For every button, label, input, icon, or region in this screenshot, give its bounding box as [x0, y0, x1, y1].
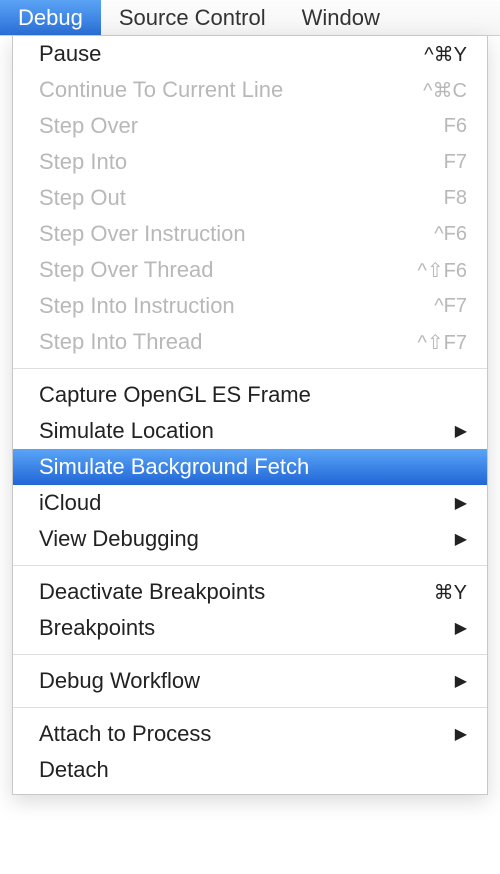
menu-label: Deactivate Breakpoints	[39, 579, 265, 605]
chevron-right-icon: ▶	[455, 724, 467, 744]
menu-label: Step Into	[39, 149, 127, 175]
menu-item-icloud[interactable]: iCloud ▶	[13, 485, 487, 521]
menu-label: Step Out	[39, 185, 126, 211]
menu-item-step-into-instruction: Step Into Instruction ^F7	[13, 288, 487, 324]
menu-separator	[13, 565, 487, 566]
menu-item-capture-opengl-es-frame[interactable]: Capture OpenGL ES Frame	[13, 377, 487, 413]
chevron-right-icon: ▶	[455, 421, 467, 441]
shortcut: ^⇧F7	[418, 330, 467, 355]
menu-item-debug-workflow[interactable]: Debug Workflow ▶	[13, 663, 487, 699]
menubar-item-debug[interactable]: Debug	[0, 0, 101, 35]
menubar-label: Window	[302, 5, 380, 31]
shortcut: F6	[444, 115, 467, 138]
shortcut: ^⌘Y	[424, 42, 467, 67]
menubar-label: Debug	[18, 5, 83, 31]
menu-label: Capture OpenGL ES Frame	[39, 382, 311, 408]
menu-item-simulate-location[interactable]: Simulate Location ▶	[13, 413, 487, 449]
menu-item-step-over-instruction: Step Over Instruction ^F6	[13, 216, 487, 252]
menu-item-detach[interactable]: Detach	[13, 752, 487, 788]
shortcut: ^F7	[434, 295, 467, 318]
shortcut: ^⌘C	[423, 78, 467, 103]
menu-label: Continue To Current Line	[39, 77, 283, 103]
menu-item-breakpoints[interactable]: Breakpoints ▶	[13, 610, 487, 646]
menu-item-step-over: Step Over F6	[13, 108, 487, 144]
menubar-item-source-control[interactable]: Source Control	[101, 0, 284, 35]
menu-item-view-debugging[interactable]: View Debugging ▶	[13, 521, 487, 557]
menu-item-attach-to-process[interactable]: Attach to Process ▶	[13, 716, 487, 752]
menu-label: iCloud	[39, 490, 101, 516]
menu-label: Step Over Thread	[39, 257, 213, 283]
menu-label: Debug Workflow	[39, 668, 200, 694]
menu-label: Simulate Location	[39, 418, 214, 444]
chevron-right-icon: ▶	[455, 529, 467, 549]
menu-label: Step Over	[39, 113, 138, 139]
menu-item-step-over-thread: Step Over Thread ^⇧F6	[13, 252, 487, 288]
menu-label: Step Into Thread	[39, 329, 203, 355]
shortcut: F8	[444, 187, 467, 210]
menu-label: Step Over Instruction	[39, 221, 246, 247]
chevron-right-icon: ▶	[455, 671, 467, 691]
menubar-label: Source Control	[119, 5, 266, 31]
menu-separator	[13, 368, 487, 369]
menu-label: Breakpoints	[39, 615, 155, 641]
menu-label: Pause	[39, 41, 101, 67]
menu-label: Simulate Background Fetch	[39, 454, 309, 480]
menu-item-pause[interactable]: Pause ^⌘Y	[13, 36, 487, 72]
shortcut: ⌘Y	[434, 580, 467, 605]
menu-item-step-into-thread: Step Into Thread ^⇧F7	[13, 324, 487, 360]
chevron-right-icon: ▶	[455, 493, 467, 513]
shortcut: ^F6	[434, 223, 467, 246]
menu-item-deactivate-breakpoints[interactable]: Deactivate Breakpoints ⌘Y	[13, 574, 487, 610]
menu-label: Detach	[39, 757, 109, 783]
menu-label: Step Into Instruction	[39, 293, 235, 319]
shortcut: F7	[444, 151, 467, 174]
menubar-item-window[interactable]: Window	[284, 0, 398, 35]
menu-separator	[13, 707, 487, 708]
menu-item-simulate-background-fetch[interactable]: Simulate Background Fetch	[13, 449, 487, 485]
menu-item-step-out: Step Out F8	[13, 180, 487, 216]
chevron-right-icon: ▶	[455, 618, 467, 638]
menu-label: Attach to Process	[39, 721, 211, 747]
menu-item-step-into: Step Into F7	[13, 144, 487, 180]
shortcut: ^⇧F6	[418, 258, 467, 283]
menu-item-continue-to-current-line: Continue To Current Line ^⌘C	[13, 72, 487, 108]
debug-dropdown-menu: Pause ^⌘Y Continue To Current Line ^⌘C S…	[12, 36, 488, 795]
menubar: Debug Source Control Window	[0, 0, 500, 36]
menu-label: View Debugging	[39, 526, 199, 552]
menu-separator	[13, 654, 487, 655]
